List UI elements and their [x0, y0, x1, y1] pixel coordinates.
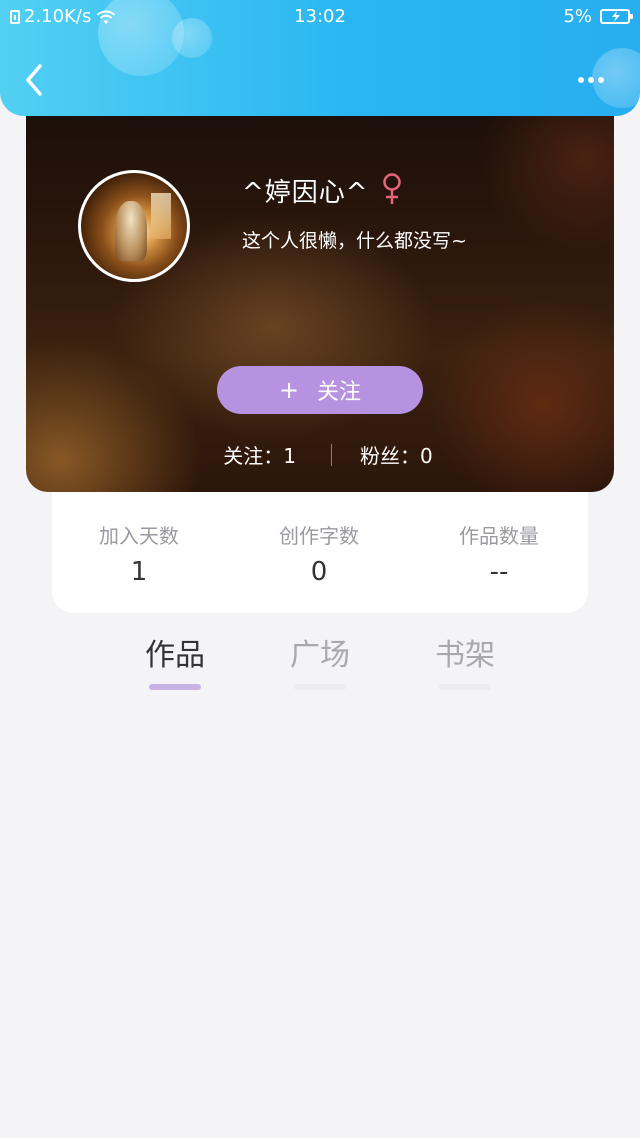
female-icon — [383, 173, 401, 204]
chevron-left-icon — [26, 64, 42, 96]
stat-label: 创作字数 — [279, 524, 359, 548]
stat-label: 作品数量 — [459, 524, 539, 548]
stat-label: 加入天数 — [99, 524, 179, 548]
stat-word-count: 创作字数 0 — [229, 520, 409, 587]
stat-join-days: 加入天数 1 — [49, 520, 229, 587]
more-dots-icon — [588, 77, 594, 83]
battery-percent: 5% — [563, 6, 592, 27]
tab-label: 书架 — [435, 638, 495, 673]
stat-value: 1 — [130, 557, 148, 587]
tab-indicator — [294, 684, 346, 690]
tab-plaza[interactable]: 广场 — [260, 630, 380, 690]
tab-label: 广场 — [290, 638, 350, 673]
back-button[interactable] — [18, 60, 54, 100]
avatar[interactable] — [78, 170, 190, 282]
more-options-button[interactable] — [576, 68, 616, 92]
tab-bookshelf[interactable]: 书架 — [405, 630, 525, 690]
followers-count[interactable]: 粉丝：0 — [360, 440, 433, 469]
tab-label: 作品 — [145, 638, 205, 673]
follow-button[interactable]: + 关注 — [217, 366, 423, 414]
stat-works-count: 作品数量 -- — [409, 520, 589, 587]
more-dots-icon — [578, 77, 584, 83]
divider — [331, 444, 332, 466]
tab-indicator — [149, 684, 201, 690]
avatar-figure — [115, 201, 147, 261]
battery-charging-icon — [600, 9, 633, 24]
stat-value: 0 — [310, 557, 328, 587]
content-area — [0, 700, 640, 1138]
follow-button-label: 关注 — [317, 380, 362, 405]
plus-icon: + — [278, 376, 300, 404]
following-count[interactable]: 关注：1 — [223, 440, 296, 469]
avatar-window-light — [151, 193, 171, 239]
top-header: 2.10K/s 13:02 5% — [0, 0, 640, 116]
follow-stats: 关注：1 粉丝：0 — [26, 440, 614, 470]
status-bar: 2.10K/s 13:02 5% — [0, 0, 640, 34]
stat-value: -- — [489, 557, 509, 587]
tab-indicator — [439, 684, 491, 690]
tab-works[interactable]: 作品 — [115, 630, 235, 690]
profile-card: ^婷因心^ 这个人很懒，什么都没写~ + 关注 关注：1 粉丝：0 — [26, 100, 614, 492]
content-tabs: 作品 广场 书架 — [0, 630, 640, 690]
profile-bio: 这个人很懒，什么都没写~ — [242, 230, 467, 252]
username: ^婷因心^ — [242, 178, 369, 208]
more-dots-icon — [598, 77, 604, 83]
status-right: 5% — [563, 6, 633, 27]
status-time: 13:02 — [294, 6, 346, 27]
